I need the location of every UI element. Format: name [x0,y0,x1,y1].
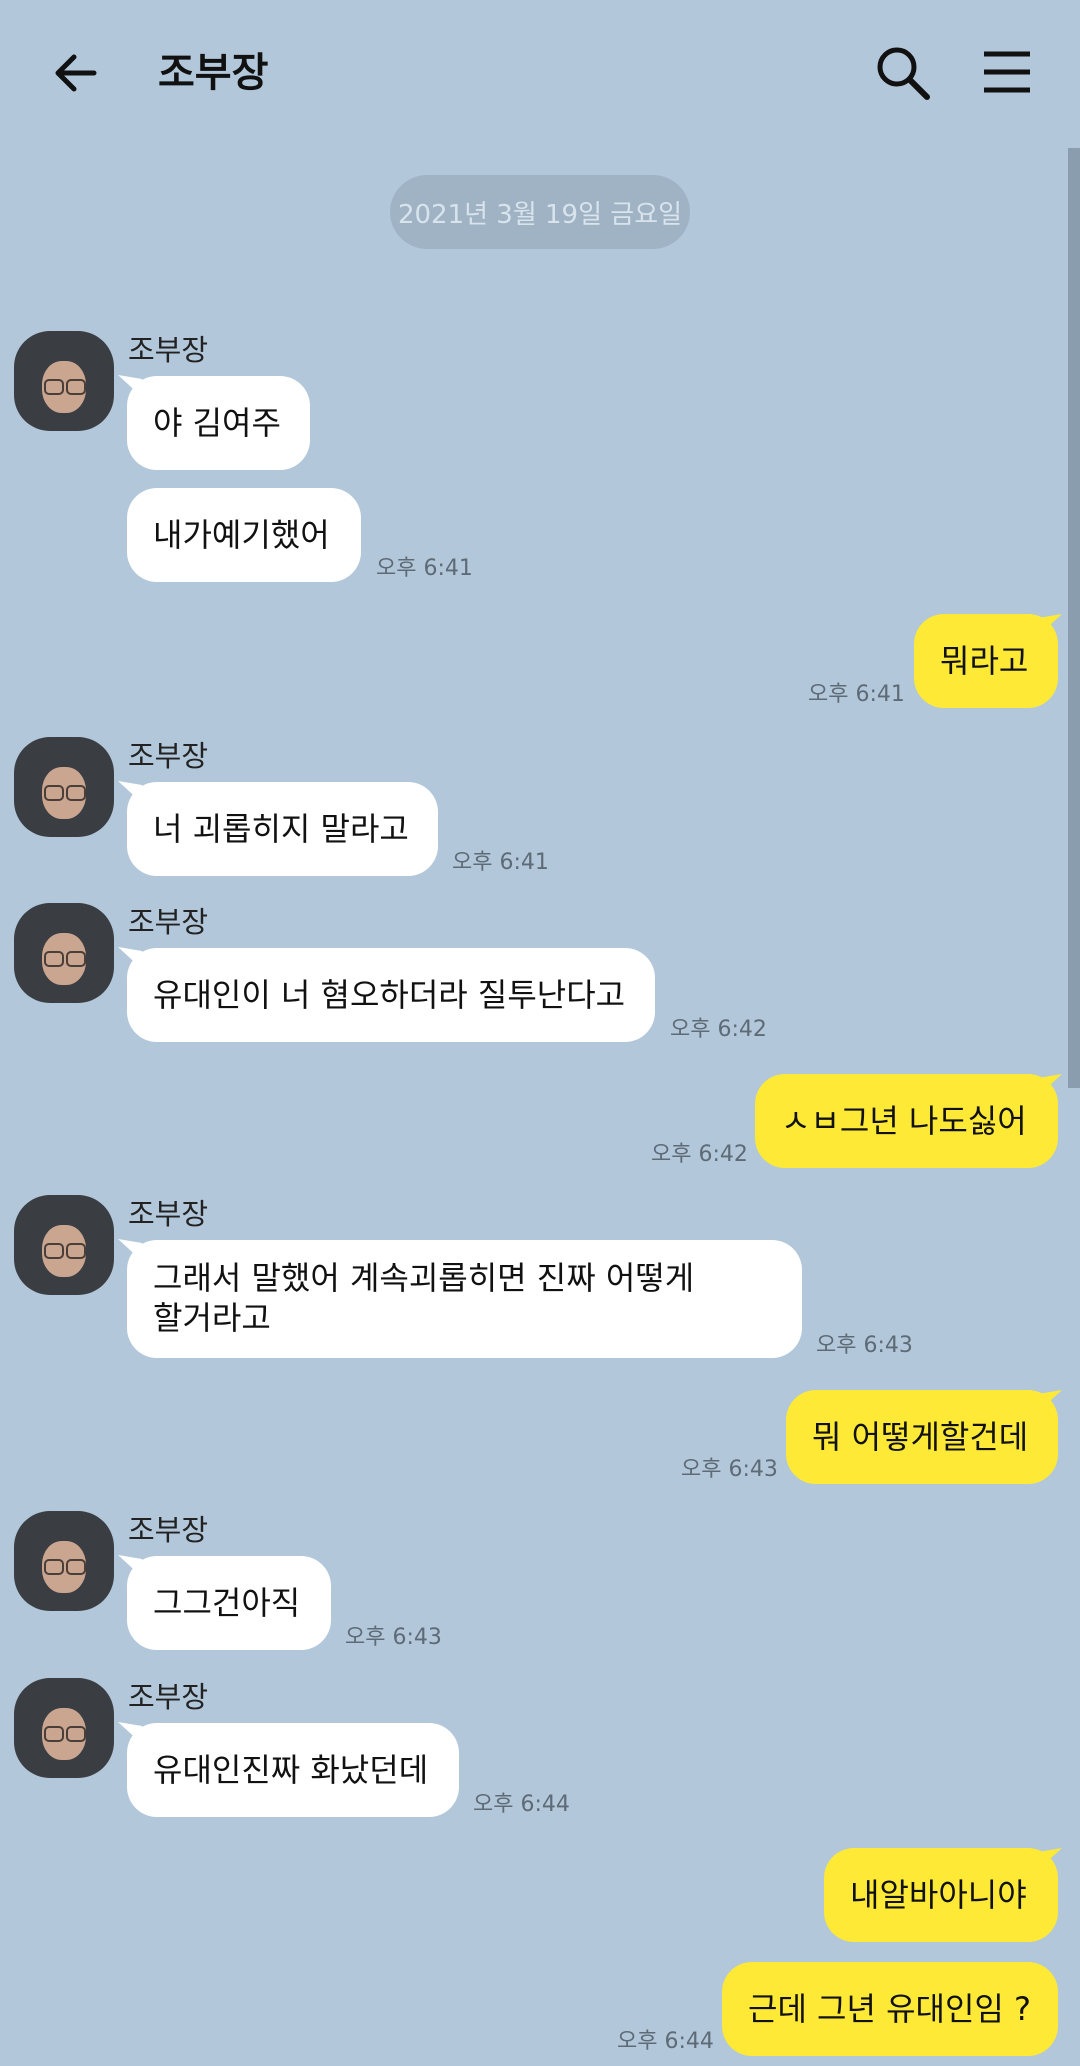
message-bubble[interactable]: 뭐라고 [914,614,1058,708]
avatar[interactable] [14,1195,114,1295]
bubble-tail [1038,614,1062,636]
menu-icon[interactable] [982,50,1032,94]
avatar[interactable] [14,1678,114,1778]
message-bubble[interactable]: 내알바아니야 [824,1848,1058,1942]
avatar[interactable] [14,1511,114,1611]
back-arrow-icon[interactable] [50,46,104,100]
search-icon[interactable] [874,44,932,102]
message-bubble[interactable]: 너 괴롭히지 말라고 [127,782,438,876]
sender-name: 조부장 [128,1680,209,1714]
message-time: 오후 6:41 [376,556,473,581]
bubble-tail [1038,1390,1062,1412]
bubble-tail [1038,1848,1062,1870]
avatar[interactable] [14,903,114,1003]
message-bubble[interactable]: 근데 그년 유대인임 ? [722,1962,1058,2056]
message-bubble[interactable]: 그래서 말했어 계속괴롭히면 진짜 어떻게 할거라고 [127,1240,802,1358]
sender-name: 조부장 [128,739,209,773]
message-line: 그래서 말했어 계속괴롭히면 진짜 어떻게 [153,1259,695,1297]
message-time: 오후 6:41 [808,682,905,707]
message-time: 오후 6:43 [345,1625,442,1650]
chat-title: 조부장 [158,50,269,96]
date-divider: 2021년 3월 19일 금요일 [390,175,690,249]
message-bubble[interactable]: 야 김여주 [127,376,310,470]
message-bubble[interactable]: 내가예기했어 [127,488,361,582]
message-bubble[interactable]: 그그건아직 [127,1556,331,1650]
message-bubble[interactable]: 뭐 어떻게할건데 [786,1390,1058,1484]
message-time: 오후 6:44 [473,1792,570,1817]
message-bubble[interactable]: 유대인진짜 화났던데 [127,1723,459,1817]
message-time: 오후 6:43 [816,1333,913,1358]
sender-name: 조부장 [128,905,209,939]
message-bubble[interactable]: 유대인이 너 혐오하더라 질투난다고 [127,948,655,1042]
message-time: 오후 6:44 [617,2029,714,2054]
message-line: 할거라고 [153,1299,271,1337]
sender-name: 조부장 [128,1513,209,1547]
chat-header: 조부장 [0,0,1080,148]
message-time: 오후 6:41 [452,850,549,875]
message-time: 오후 6:42 [670,1017,767,1042]
sender-name: 조부장 [128,1197,209,1231]
scrollbar[interactable] [1068,148,1080,1088]
message-bubble[interactable]: ㅅㅂ그년 나도싫어 [755,1074,1058,1168]
bubble-tail [1038,1074,1062,1096]
sender-name: 조부장 [128,333,209,367]
avatar[interactable] [14,737,114,837]
message-time: 오후 6:43 [681,1457,778,1482]
message-time: 오후 6:42 [651,1142,748,1167]
avatar[interactable] [14,331,114,431]
